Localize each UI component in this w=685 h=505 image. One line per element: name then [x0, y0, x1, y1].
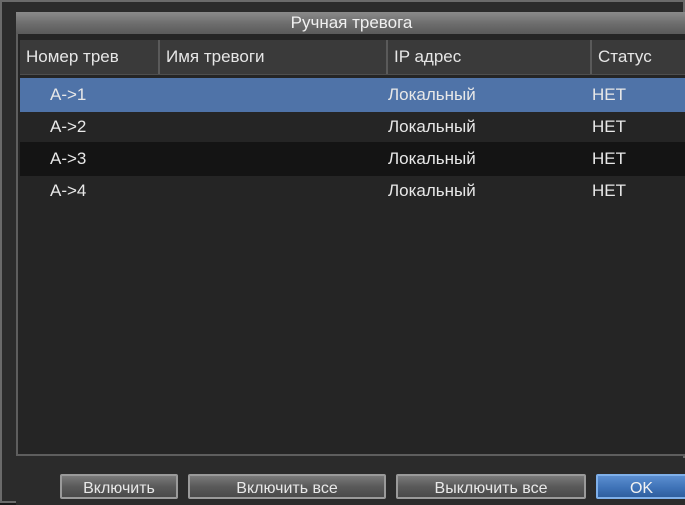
table-row[interactable]: A->3 Локальный НЕТ [20, 142, 685, 176]
alarm-table: Номер трев Имя тревоги IP адрес Статус A… [16, 34, 685, 456]
table-row[interactable]: A->2 Локальный НЕТ [20, 110, 685, 144]
column-header-ip-address[interactable]: IP адрес [388, 40, 592, 74]
status-cell: НЕТ [592, 85, 626, 104]
manual-alarm-dialog: Ручная тревога Номер трев Имя тревоги IP… [0, 0, 685, 505]
column-header-status[interactable]: Статус [592, 40, 685, 74]
alarm-number-cell: A->2 [50, 117, 87, 136]
button-bar: Включить Включить все Выключить все OK [16, 458, 685, 505]
table-row[interactable]: A->4 Локальный НЕТ [20, 174, 685, 208]
dialog-title: Ручная тревога [16, 12, 685, 35]
ip-address-cell: Локальный [388, 181, 476, 200]
table-row[interactable]: A->1 Локальный НЕТ [20, 78, 685, 112]
table-header: Номер трев Имя тревоги IP адрес Статус [20, 40, 685, 75]
ok-button[interactable]: OK [596, 474, 685, 499]
status-cell: НЕТ [592, 149, 626, 168]
ip-address-cell: Локальный [388, 85, 476, 104]
alarm-number-cell: A->1 [50, 85, 87, 104]
column-header-alarm-name[interactable]: Имя тревоги [160, 40, 388, 74]
disable-all-button[interactable]: Выключить все [396, 474, 586, 499]
enable-button[interactable]: Включить [60, 474, 178, 499]
column-header-alarm-number[interactable]: Номер трев [20, 40, 160, 74]
status-cell: НЕТ [592, 181, 626, 200]
alarm-name-cell [166, 110, 376, 144]
enable-all-button[interactable]: Включить все [188, 474, 386, 499]
alarm-name-cell [166, 78, 376, 112]
alarm-number-cell: A->4 [50, 181, 87, 200]
ip-address-cell: Локальный [388, 149, 476, 168]
ip-address-cell: Локальный [388, 117, 476, 136]
alarm-number-cell: A->3 [50, 149, 87, 168]
status-cell: НЕТ [592, 117, 626, 136]
alarm-name-cell [166, 174, 376, 208]
alarm-name-cell [166, 142, 376, 176]
